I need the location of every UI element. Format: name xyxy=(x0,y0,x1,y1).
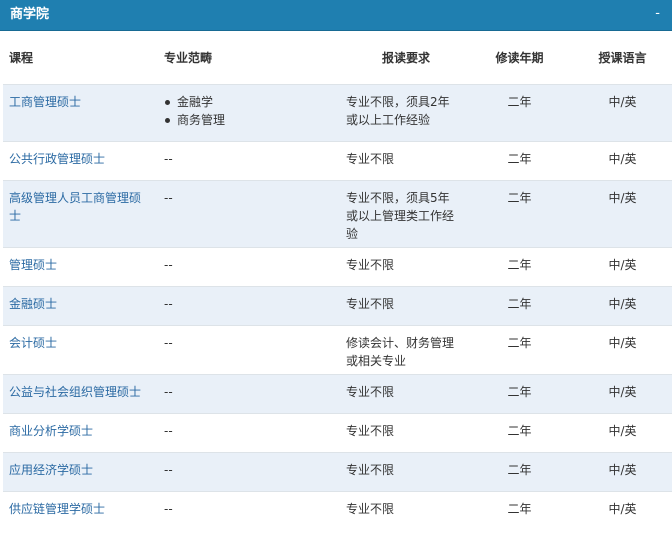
course-link[interactable]: 应用经济学硕士 xyxy=(9,463,93,477)
field-cell: -- xyxy=(158,373,346,413)
field-cell: -- xyxy=(158,490,346,531)
duration-cell: 二年 xyxy=(466,179,573,247)
course-cell: 工商管理硕士 xyxy=(3,83,158,141)
program-table-wrap: 课程 专业范畴 报读要求 修读年期 授课语言 工商管理硕士 金融学 商务管理 专业不限… xyxy=(3,31,672,531)
field-list-item: 金融学 xyxy=(164,93,340,111)
column-header-course: 课程 xyxy=(3,31,158,85)
course-link[interactable]: 商业分析学硕士 xyxy=(9,424,93,438)
course-link[interactable]: 公共行政管理硕士 xyxy=(9,152,105,166)
language-cell: 中/英 xyxy=(573,246,672,286)
column-header-requirement: 报读要求 xyxy=(346,31,466,85)
field-cell: -- xyxy=(158,140,346,180)
requirement-cell: 专业不限 xyxy=(346,451,466,491)
requirement-cell: 专业不限 xyxy=(346,373,466,413)
program-table: 课程 专业范畴 报读要求 修读年期 授课语言 工商管理硕士 金融学 商务管理 专业不限… xyxy=(3,31,672,531)
table-row: 管理硕士 -- 专业不限 二年 中/英 xyxy=(3,246,672,286)
column-header-field: 专业范畴 xyxy=(158,31,346,85)
field-value: -- xyxy=(164,296,173,311)
field-cell: 金融学 商务管理 xyxy=(158,83,346,141)
course-link[interactable]: 管理硕士 xyxy=(9,258,57,272)
field-cell: -- xyxy=(158,451,346,491)
requirement-cell: 专业不限 xyxy=(346,490,466,531)
course-link[interactable]: 会计硕士 xyxy=(9,336,57,350)
field-list: 金融学 商务管理 xyxy=(164,93,340,129)
table-row: 高级管理人员工商管理硕士 -- 专业不限，须具5年或以上管理类工作经验 二年 中/英 xyxy=(3,179,672,247)
panel-title: 商学院 xyxy=(10,7,50,22)
table-row: 商业分析学硕士 -- 专业不限 二年 中/英 xyxy=(3,412,672,452)
field-value: -- xyxy=(164,462,173,477)
language-cell: 中/英 xyxy=(573,324,672,374)
field-value: -- xyxy=(164,384,173,399)
language-cell: 中/英 xyxy=(573,285,672,325)
language-cell: 中/英 xyxy=(573,140,672,180)
course-link[interactable]: 高级管理人员工商管理硕士 xyxy=(9,191,141,223)
column-header-language: 授课语言 xyxy=(573,31,672,85)
course-cell: 金融硕士 xyxy=(3,285,158,325)
field-value: -- xyxy=(164,190,173,205)
course-link[interactable]: 供应链管理学硕士 xyxy=(9,502,105,516)
table-row: 公益与社会组织管理硕士 -- 专业不限 二年 中/英 xyxy=(3,373,672,413)
field-cell: -- xyxy=(158,324,346,374)
course-cell: 供应链管理学硕士 xyxy=(3,490,158,531)
requirement-cell: 专业不限，须具2年或以上工作经验 xyxy=(346,83,466,141)
duration-cell: 二年 xyxy=(466,412,573,452)
language-cell: 中/英 xyxy=(573,490,672,531)
collapse-icon[interactable]: - xyxy=(655,6,660,22)
school-panel: 商学院 - 课程 专业范畴 报读要求 修读年期 授课语言 工商管理硕士 金融学 商务… xyxy=(0,0,672,534)
language-cell: 中/英 xyxy=(573,83,672,141)
duration-cell: 二年 xyxy=(466,246,573,286)
table-body: 工商管理硕士 金融学 商务管理 专业不限，须具2年或以上工作经验 二年 中/英 公共行政管理… xyxy=(3,83,672,531)
course-cell: 高级管理人员工商管理硕士 xyxy=(3,179,158,247)
course-cell: 会计硕士 xyxy=(3,324,158,374)
table-row: 金融硕士 -- 专业不限 二年 中/英 xyxy=(3,285,672,325)
duration-cell: 二年 xyxy=(466,140,573,180)
language-cell: 中/英 xyxy=(573,373,672,413)
duration-cell: 二年 xyxy=(466,83,573,141)
requirement-cell: 专业不限，须具5年或以上管理类工作经验 xyxy=(346,179,466,247)
field-value: -- xyxy=(164,257,173,272)
duration-cell: 二年 xyxy=(466,373,573,413)
field-cell: -- xyxy=(158,246,346,286)
field-value: -- xyxy=(164,151,173,166)
requirement-cell: 专业不限 xyxy=(346,285,466,325)
duration-cell: 二年 xyxy=(466,285,573,325)
requirement-cell: 专业不限 xyxy=(346,246,466,286)
field-cell: -- xyxy=(158,179,346,247)
table-row: 应用经济学硕士 -- 专业不限 二年 中/英 xyxy=(3,451,672,491)
field-value: -- xyxy=(164,423,173,438)
table-row: 公共行政管理硕士 -- 专业不限 二年 中/英 xyxy=(3,140,672,180)
table-header-row: 课程 专业范畴 报读要求 修读年期 授课语言 xyxy=(3,31,672,85)
course-link[interactable]: 金融硕士 xyxy=(9,297,57,311)
requirement-cell: 修读会计、财务管理或相关专业 xyxy=(346,324,466,374)
panel-header[interactable]: 商学院 - xyxy=(0,0,672,31)
duration-cell: 二年 xyxy=(466,451,573,491)
field-value: -- xyxy=(164,335,173,350)
course-cell: 公益与社会组织管理硕士 xyxy=(3,373,158,413)
course-link[interactable]: 公益与社会组织管理硕士 xyxy=(9,385,141,399)
field-cell: -- xyxy=(158,412,346,452)
column-header-duration: 修读年期 xyxy=(466,31,573,85)
course-cell: 管理硕士 xyxy=(3,246,158,286)
requirement-cell: 专业不限 xyxy=(346,412,466,452)
table-row: 工商管理硕士 金融学 商务管理 专业不限，须具2年或以上工作经验 二年 中/英 xyxy=(3,83,672,141)
field-cell: -- xyxy=(158,285,346,325)
language-cell: 中/英 xyxy=(573,179,672,247)
course-cell: 商业分析学硕士 xyxy=(3,412,158,452)
course-cell: 应用经济学硕士 xyxy=(3,451,158,491)
table-row: 会计硕士 -- 修读会计、财务管理或相关专业 二年 中/英 xyxy=(3,324,672,374)
language-cell: 中/英 xyxy=(573,451,672,491)
field-list-item: 商务管理 xyxy=(164,111,340,129)
field-value: -- xyxy=(164,501,173,516)
language-cell: 中/英 xyxy=(573,412,672,452)
duration-cell: 二年 xyxy=(466,490,573,531)
course-cell: 公共行政管理硕士 xyxy=(3,140,158,180)
duration-cell: 二年 xyxy=(466,324,573,374)
requirement-cell: 专业不限 xyxy=(346,140,466,180)
table-row: 供应链管理学硕士 -- 专业不限 二年 中/英 xyxy=(3,490,672,531)
course-link[interactable]: 工商管理硕士 xyxy=(9,95,81,109)
